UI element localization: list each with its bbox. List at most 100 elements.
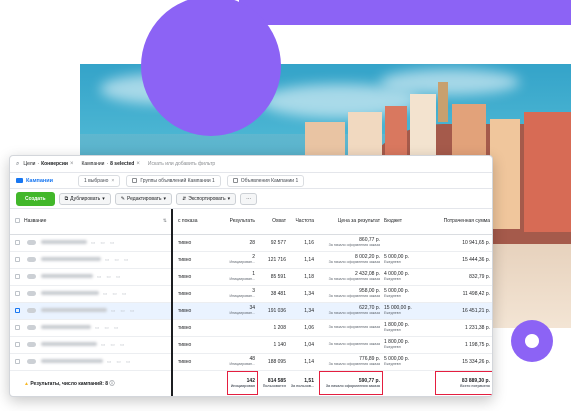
summary-results: 142 Инициирован [226, 370, 259, 396]
filter-chip-goals[interactable]: Цели · Конверсии × [23, 161, 77, 167]
summary-reach: 814 585 Пользовател [259, 370, 290, 396]
row-action-icons[interactable]: ▭ ▭ ▭ [103, 291, 128, 296]
tab-adsets[interactable]: Группы объявлений Кампании 1 [126, 174, 221, 187]
table-row[interactable]: ▭ ▭ ▭ тивно 2 Инициирован... 121 716 1,14 8 00… [10, 251, 492, 269]
table-row[interactable]: ▭ ▭ ▭ тивно 1 208 1,06 За начало оформления … [10, 319, 492, 337]
delivery-cell: тивно [178, 336, 226, 354]
campaign-toggle[interactable] [27, 239, 36, 245]
cost-per-result-cell: 2 432,08 р. За начало оформления заказа [318, 268, 384, 286]
campaign-toggle[interactable] [27, 324, 36, 330]
edit-label: Редактировать [127, 195, 162, 202]
column-frequency[interactable]: Частота [290, 209, 318, 235]
budget-cell: 5 000,00 р. Ежедневн [384, 285, 434, 303]
campaign-toggle[interactable] [27, 341, 36, 347]
delivery-cell: тивно [178, 285, 226, 303]
row-action-icons[interactable]: ▭ ▭ ▭ [97, 274, 122, 279]
campaign-name-cell[interactable]: ▭ ▭ ▭ [24, 319, 172, 337]
table-row[interactable]: ▭ ▭ ▭ тивно 48 Инициирован... 188 095 1,14 776… [10, 353, 492, 371]
frequency-cell: 1,18 [290, 268, 318, 286]
cost-per-result-cell: За начало оформления заказа [318, 336, 384, 354]
delivery-cell: тивно [178, 268, 226, 286]
reach-cell: 188 095 [259, 353, 290, 371]
adset-icon [132, 178, 138, 183]
campaign-name-cell[interactable]: ▭ ▭ ▭ [24, 353, 172, 371]
row-action-icons[interactable]: ▭ ▭ ▭ [101, 342, 126, 347]
results-cell: 3 Инициирован... [226, 285, 259, 303]
column-cost-per-result[interactable]: Цена за результат [318, 209, 384, 235]
campaign-name-cell[interactable]: ▭ ▭ ▭ [24, 234, 172, 252]
reach-cell: 191 036 [259, 302, 290, 320]
close-icon[interactable]: × [136, 161, 140, 167]
campaign-name-cell[interactable]: ▭ ▭ ▭ [24, 336, 172, 354]
row-checkbox[interactable] [10, 285, 24, 303]
table-row[interactable]: ▭ ▭ ▭ тивно 3 Инициирован... 38 481 1,34 958,0… [10, 285, 492, 303]
ad-icon [232, 178, 238, 183]
delivery-cell: тивно [178, 319, 226, 337]
reach-cell: 121 716 [259, 251, 290, 269]
row-action-icons[interactable]: ▭ ▭ ▭ [107, 359, 132, 364]
results-cell: 28 [226, 234, 259, 252]
row-checkbox[interactable] [10, 319, 24, 337]
frequency-cell: 1,34 [290, 302, 318, 320]
create-button[interactable]: Создать [16, 191, 55, 206]
row-action-icons[interactable]: ▭ ▭ ▭ [105, 257, 130, 262]
close-icon[interactable]: × [70, 161, 74, 167]
row-checkbox[interactable] [10, 268, 24, 286]
filter-search-input[interactable]: Искать или добавить фильтр [148, 161, 215, 167]
frequency-cell: 1,04 [290, 336, 318, 354]
table-row[interactable]: ▭ ▭ ▭ тивно 1 Инициирован... 85 591 1,18 2 432… [10, 268, 492, 286]
blurred-campaign-name [41, 257, 101, 262]
sort-icon[interactable]: ⇅ [163, 218, 167, 224]
table-row[interactable]: ▭ ▭ ▭ тивно 34 Инициирован... 191 036 1,34 622… [10, 302, 492, 320]
column-spent[interactable]: Потраченная сумма [434, 209, 492, 235]
row-action-icons[interactable]: ▭ ▭ ▭ [95, 325, 120, 330]
spent-cell: 832,79 р. [434, 268, 492, 286]
blurred-campaign-name [41, 359, 103, 364]
duplicate-button[interactable]: ⧉ Дублировать ▾ [58, 192, 111, 205]
campaign-toggle[interactable] [27, 256, 36, 262]
row-checkbox[interactable] [10, 336, 24, 354]
frequency-cell: 1,14 [290, 353, 318, 371]
campaign-name-cell[interactable]: ▭ ▭ ▭ [24, 251, 172, 269]
select-all-checkbox[interactable] [10, 209, 24, 235]
row-checkbox[interactable] [10, 234, 24, 252]
frequency-cell: 1,34 [290, 285, 318, 303]
budget-cell: 15 000,00 р. Ежедневн [384, 302, 434, 320]
campaign-toggle[interactable] [27, 307, 36, 313]
row-action-icons[interactable]: ▭ ▭ ▭ [91, 240, 116, 245]
table-row[interactable]: ▭ ▭ ▭ тивно 1 140 1,04 За начало оформления … [10, 336, 492, 354]
table-row[interactable]: ▭ ▭ ▭ тивно 28 92 577 1,16 860,77 р. За начало… [10, 234, 492, 252]
row-checkbox[interactable] [10, 302, 24, 320]
campaign-name-cell[interactable]: ▭ ▭ ▭ [24, 285, 172, 303]
tab-ads[interactable]: Объявления Кампании 1 [226, 174, 305, 187]
column-name[interactable]: Название ⇅ [24, 209, 172, 235]
column-reach[interactable]: Охват [259, 209, 290, 235]
campaign-toggle[interactable] [27, 290, 36, 296]
tab-campaigns[interactable]: Кампании [16, 178, 72, 184]
column-results[interactable]: Результать [226, 209, 259, 235]
column-budget[interactable]: Бюджет [384, 209, 434, 235]
results-cell [226, 319, 259, 337]
campaign-name-cell[interactable]: ▭ ▭ ▭ [24, 302, 172, 320]
row-checkbox[interactable] [10, 251, 24, 269]
blurred-campaign-name [41, 291, 99, 296]
column-delivery[interactable]: с показа [178, 209, 226, 235]
more-button[interactable]: ··· [240, 192, 258, 205]
campaign-name-cell[interactable]: ▭ ▭ ▭ [24, 268, 172, 286]
row-action-icons[interactable]: ▭ ▭ ▭ [111, 308, 136, 313]
row-checkbox[interactable] [10, 353, 24, 371]
edit-button[interactable]: ✎ Редактировать ▾ [114, 192, 173, 205]
close-icon[interactable]: × [111, 178, 114, 184]
results-cell: 48 Инициирован... [226, 353, 259, 371]
reach-cell: 92 577 [259, 234, 290, 252]
filter-chip-campaigns[interactable]: Кампании · 8 selected × [82, 161, 144, 167]
campaign-toggle[interactable] [27, 358, 36, 364]
export-button[interactable]: ⇵ Экспортировать ▾ [176, 192, 237, 205]
campaign-toggle[interactable] [27, 273, 36, 279]
selected-count-chip[interactable]: 1 выбрано × [78, 174, 121, 187]
cost-per-result-cell: 8 002,20 р. За начало оформления заказа [318, 251, 384, 269]
cost-per-result-cell: За начало оформления заказа [318, 319, 384, 337]
cost-per-result-cell: 622,70 р. За начало оформления заказа [318, 302, 384, 320]
blurred-campaign-name [41, 240, 87, 245]
delivery-cell: тивно [178, 302, 226, 320]
